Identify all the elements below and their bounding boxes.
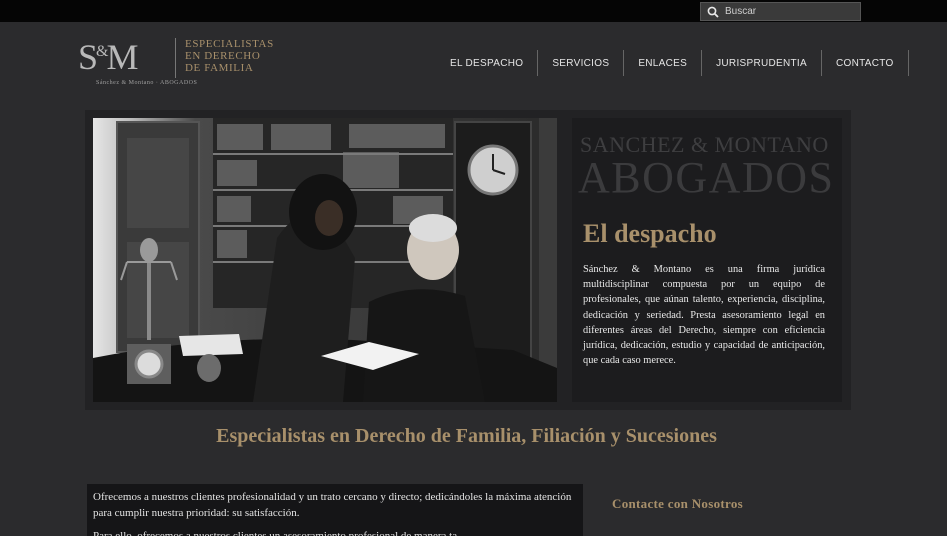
nav-item-contacto[interactable]: CONTACTO <box>822 50 909 76</box>
intro-paragraph: Ofrecemos a nuestros clientes profesiona… <box>93 491 572 519</box>
main-nav: EL DESPACHO SERVICIOS ENLACES JURISPRUDE… <box>436 50 909 76</box>
hero-description: Sánchez & Montano es una firma jurídica … <box>583 264 825 367</box>
hero-heading: El despacho <box>583 219 717 248</box>
search-input[interactable] <box>725 6 845 17</box>
firm-abogados-watermark: ABOGADOS <box>578 153 835 202</box>
office-photo <box>93 118 557 402</box>
nav-item-servicios[interactable]: SERVICIOS <box>538 50 625 76</box>
logo[interactable]: S&M Sánchez & Montano · ABOGADOS <box>78 36 197 92</box>
search-icon[interactable] <box>707 6 719 18</box>
nav-item-despacho[interactable]: EL DESPACHO <box>436 50 539 76</box>
nav-item-jurisprudentia[interactable]: JURISPRUDENTIA <box>702 50 822 76</box>
logo-monogram: S&M <box>78 37 139 77</box>
tagline: ESPECIALISTAS EN DERECHO DE FAMILIA <box>185 38 274 74</box>
search-box[interactable] <box>700 2 861 21</box>
logo-divider <box>175 38 176 78</box>
nav-item-enlaces[interactable]: ENLACES <box>624 50 703 76</box>
logo-subtitle: Sánchez & Montano · ABOGADOS <box>96 80 198 86</box>
top-bar <box>0 0 947 22</box>
intro-paragraph-2: Para ello, ofrecemos a nuestros clientes… <box>93 530 469 536</box>
section-title: Especialistas en Derecho de Familia, Fil… <box>216 425 717 447</box>
contact-heading[interactable]: Contacte con Nosotros <box>612 496 743 512</box>
